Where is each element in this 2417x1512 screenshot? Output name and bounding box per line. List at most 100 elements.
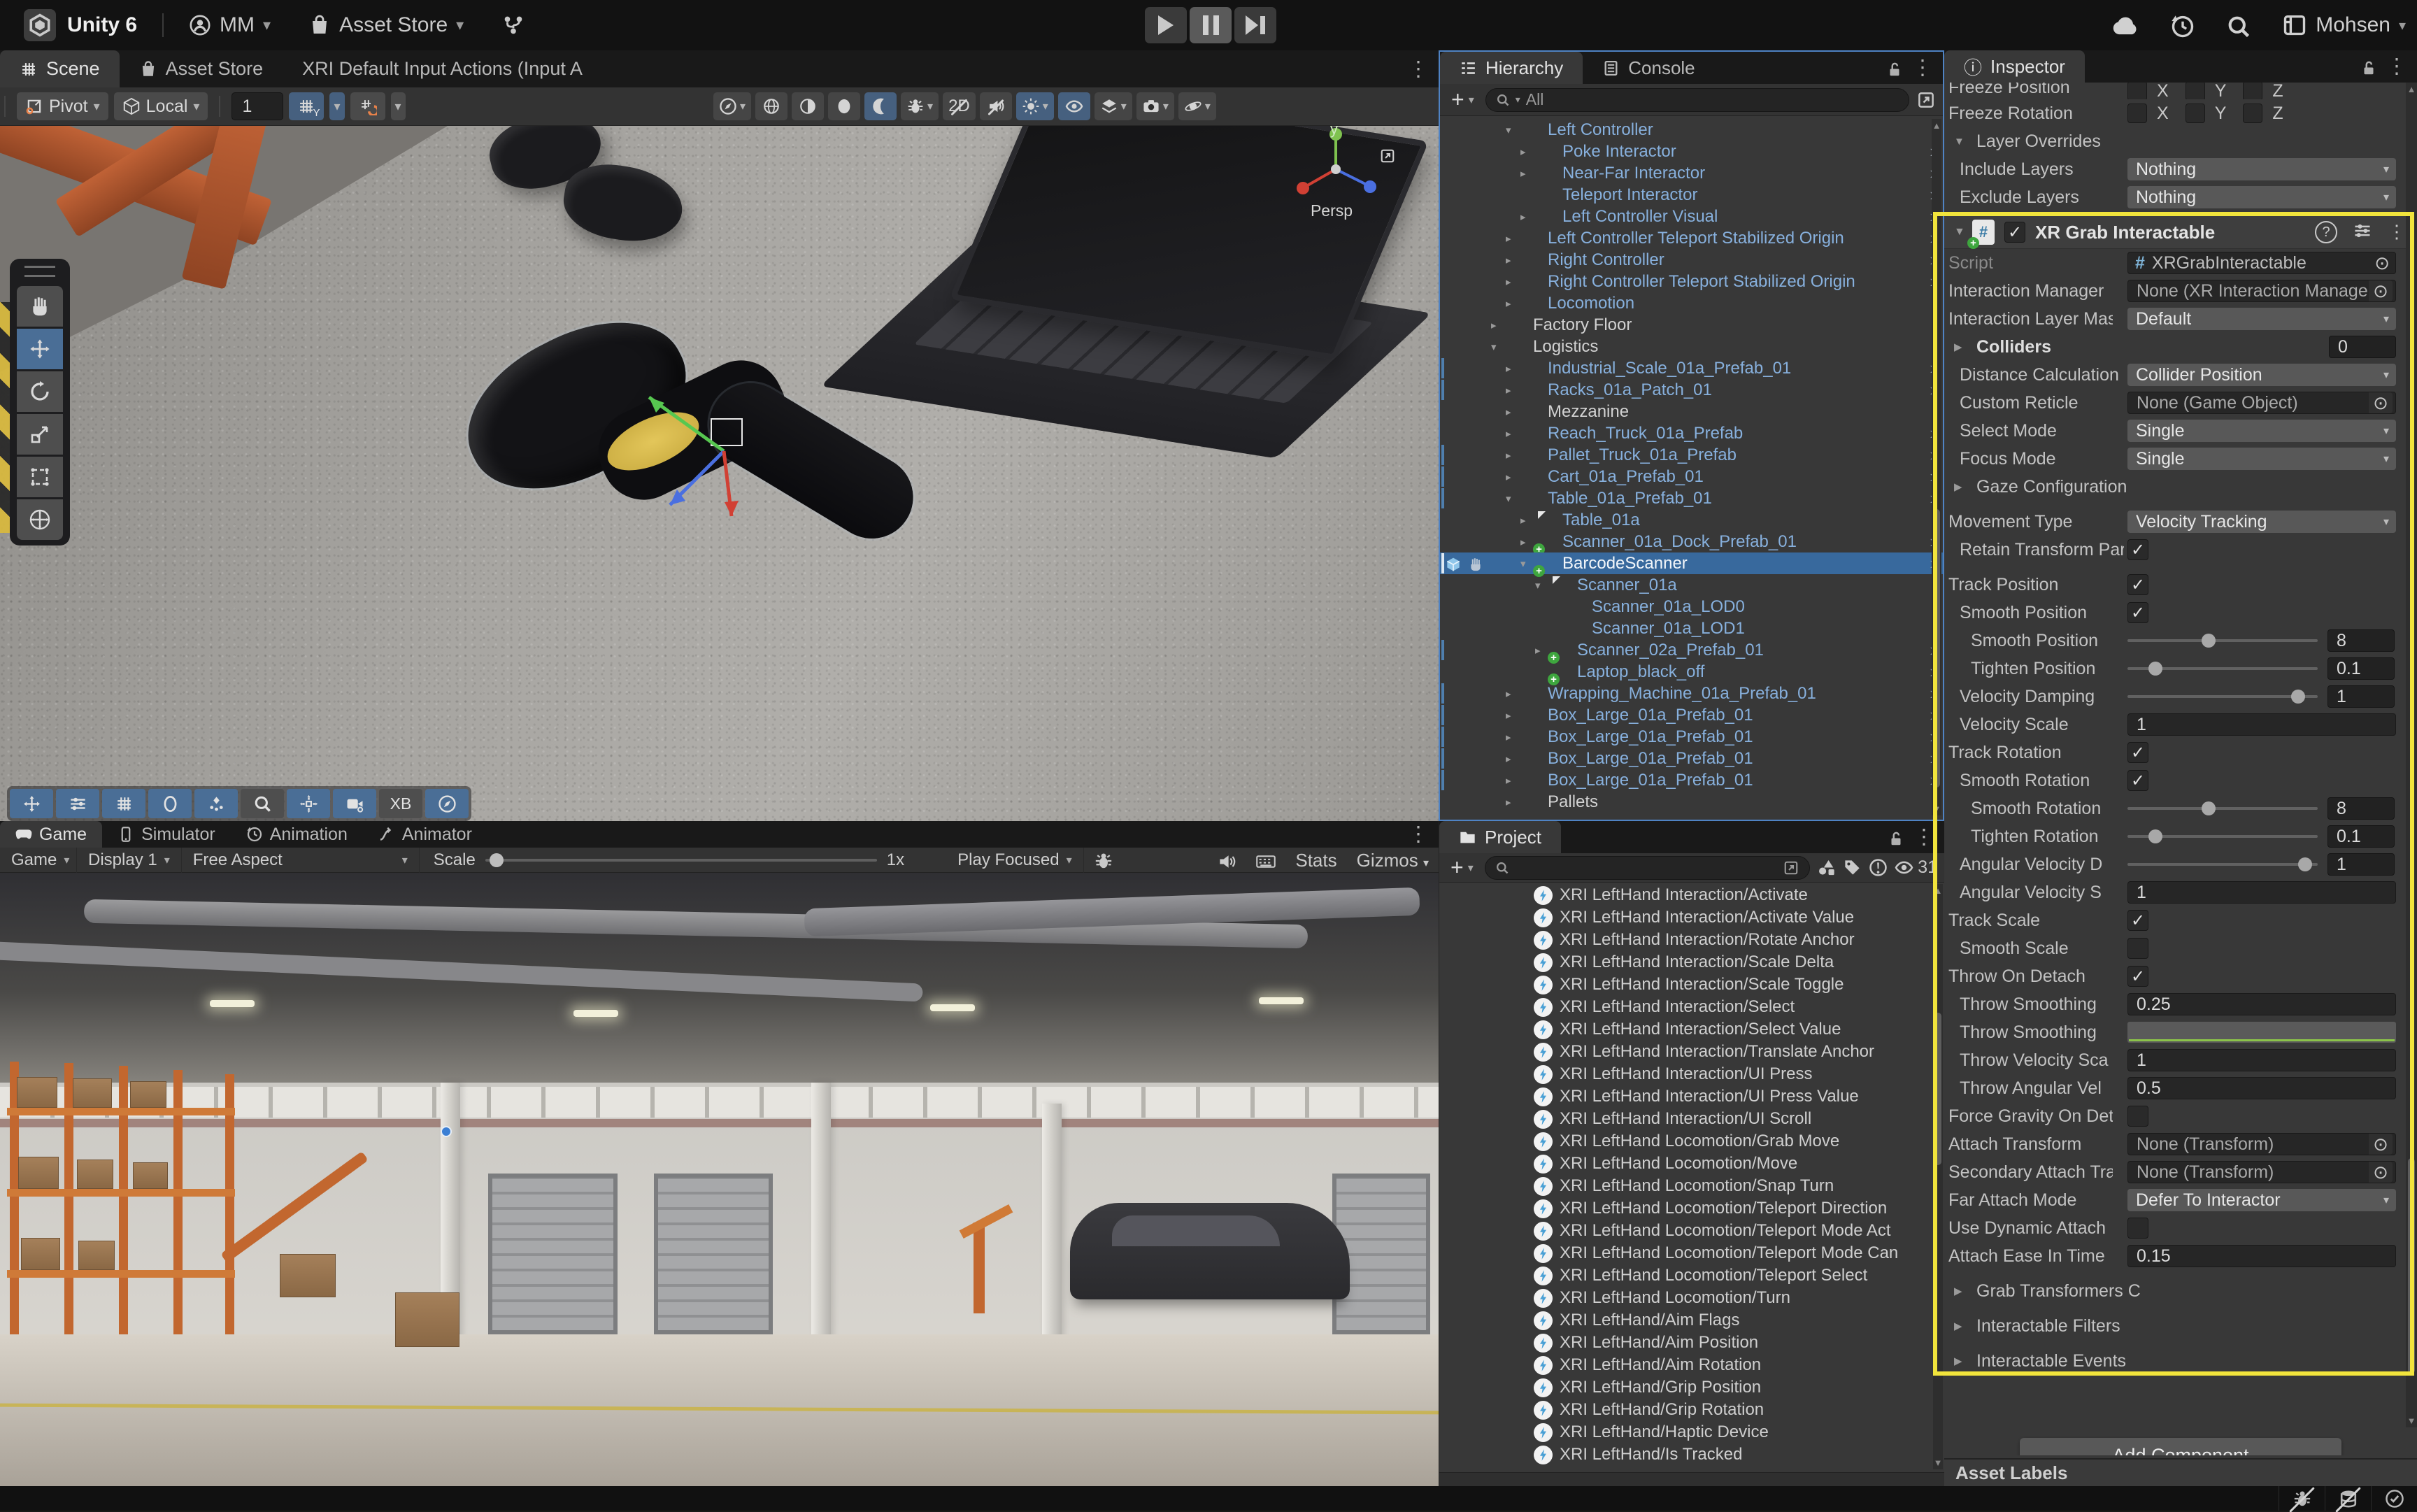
foldout-arrow[interactable]: ▶ xyxy=(1954,341,1972,353)
tool-button[interactable] xyxy=(17,414,63,455)
overlay-menu-icon[interactable] xyxy=(1379,145,1396,165)
checkbox[interactable] xyxy=(2243,104,2263,123)
dropdown[interactable]: Single ▾ xyxy=(2127,420,2396,442)
asset-row[interactable]: XRI LeftHand Interaction/Select xyxy=(1439,996,1944,1018)
asset-row[interactable]: XRI LeftHand/Grip Rotation xyxy=(1439,1399,1944,1421)
add-component-button[interactable]: Add Component xyxy=(2020,1438,2341,1455)
overlay-drag-handle[interactable] xyxy=(24,266,55,277)
hierarchy-row[interactable]: ▸ Mezzanine xyxy=(1440,401,1943,422)
inspector-row[interactable]: Smooth Scale xyxy=(1944,934,2417,962)
object-picker-icon[interactable]: ⊙ xyxy=(2369,392,2393,413)
panel-menu-icon[interactable]: ⋮ xyxy=(1912,56,1933,80)
game-panel-tab[interactable]: Game xyxy=(0,821,103,848)
slider-control[interactable]: 0.1 xyxy=(2127,825,2396,848)
expand-arrow[interactable]: ▸ xyxy=(1520,167,1537,180)
inspector-row[interactable]: Velocity Damping 1 xyxy=(1944,683,2417,711)
component-header[interactable]: ▼ # + ✓ XR Grab Interactable ? ⋮ xyxy=(1944,215,2417,249)
version-control-button[interactable] xyxy=(501,13,525,37)
scene-toggle-button[interactable] xyxy=(979,92,1012,120)
expand-arrow[interactable]: ▸ xyxy=(1520,211,1537,223)
slider-value-field[interactable]: 1 xyxy=(2327,685,2395,708)
asset-row[interactable]: XRI LeftHand Locomotion/Teleport Directi… xyxy=(1439,1197,1944,1220)
inspector-row[interactable]: Throw Smoothing xyxy=(1944,1018,2417,1046)
inspector-row[interactable]: ▶ Interactable Filters xyxy=(1944,1312,2417,1340)
slider-control[interactable]: 8 xyxy=(2127,629,2396,652)
help-icon[interactable]: ? xyxy=(2315,221,2337,243)
inspector-row[interactable]: Smooth Rotation 8 xyxy=(1944,794,2417,822)
game-source-dropdown[interactable]: Game ▾ xyxy=(0,847,77,873)
checkbox[interactable]: ✓ xyxy=(2127,966,2148,987)
object-picker-icon[interactable]: ⊙ xyxy=(2369,280,2393,301)
pivot-mode-dropdown[interactable]: Pivot ▾ xyxy=(17,92,108,120)
scene-toggle-button[interactable] xyxy=(755,92,788,120)
foldout-arrow[interactable]: ▶ xyxy=(1954,1285,1972,1297)
expand-arrow[interactable]: ▸ xyxy=(1506,709,1523,722)
checkbox[interactable] xyxy=(2127,1218,2148,1239)
hierarchy-row[interactable]: ▸ Box_Large_01a_Prefab_01 › xyxy=(1440,748,1943,769)
inspector-row[interactable]: ▼ Layer Overrides xyxy=(1944,127,2417,155)
component-foldout[interactable]: ▼ xyxy=(1954,226,1972,238)
foldout-arrow[interactable]: ▶ xyxy=(1954,480,1972,493)
slider-control[interactable]: 1 xyxy=(2127,853,2396,876)
hierarchy-row[interactable]: ▾ Logistics xyxy=(1440,336,1943,357)
hierarchy-row[interactable]: Scanner_01a_LOD0 xyxy=(1440,596,1943,618)
expand-arrow[interactable]: ▸ xyxy=(1506,254,1523,266)
play-button[interactable] xyxy=(1145,7,1187,43)
inspector-row[interactable]: Tighten Rotation 0.1 xyxy=(1944,822,2417,850)
asset-row[interactable]: XRI LeftHand Locomotion/Teleport Mode Ca… xyxy=(1439,1242,1944,1264)
tool-button[interactable] xyxy=(17,329,63,369)
overlay-button[interactable] xyxy=(10,789,53,818)
inspector-row[interactable]: Select Mode Single ▾ xyxy=(1944,417,2417,445)
object-field[interactable]: None (XR Interaction Manager ⊙ xyxy=(2127,280,2396,302)
scene-viewport[interactable]: y Persp XB xyxy=(0,126,1439,821)
panel-menu-icon[interactable]: ⋮ xyxy=(2386,55,2407,79)
slider-value-field[interactable]: 1 xyxy=(2327,853,2395,876)
inspector-row[interactable]: Include Layers Nothing ▾ xyxy=(1944,155,2417,183)
expand-arrow[interactable]: ▸ xyxy=(1506,384,1523,397)
inspector-row[interactable]: Smooth Rotation ✓ xyxy=(1944,766,2417,794)
slider-value-field[interactable]: 0.1 xyxy=(2327,825,2395,848)
inspector-row[interactable]: Smooth Position ✓ xyxy=(1944,599,2417,627)
cache-server-disabled-icon[interactable] xyxy=(2325,1486,2371,1511)
slider-thumb[interactable] xyxy=(2148,662,2163,676)
hierarchy-row[interactable]: ▸ Reach_Truck_01a_Prefab › xyxy=(1440,422,1943,444)
scene-toggle-button[interactable]: ▾ xyxy=(1015,92,1054,120)
foldout-arrow[interactable]: ▶ xyxy=(1954,1355,1972,1367)
inspector-row[interactable]: Use Dynamic Attach xyxy=(1944,1214,2417,1242)
foldout-arrow[interactable]: ▼ xyxy=(1954,136,1972,148)
asset-row[interactable]: XRI LeftHand/Is Tracked xyxy=(1439,1443,1944,1466)
checkbox[interactable]: ✓ xyxy=(2127,539,2148,560)
animation-curve-field[interactable] xyxy=(2127,1022,2396,1043)
overlay-button[interactable] xyxy=(102,789,145,818)
debugger-disabled-icon[interactable] xyxy=(2279,1486,2325,1511)
inspector-row[interactable]: Smooth Position 8 xyxy=(1944,627,2417,655)
scene-toggle-button[interactable]: ▾ xyxy=(1178,92,1216,120)
asset-row[interactable]: XRI LeftHand Interaction/Activate xyxy=(1439,884,1944,906)
tool-button[interactable] xyxy=(17,371,63,412)
inspector-row[interactable]: Secondary Attach Tra None (Transform) ⊙ xyxy=(1944,1158,2417,1186)
asset-row[interactable]: XRI LeftHand Interaction/Translate Ancho… xyxy=(1439,1041,1944,1063)
inspector-row[interactable]: Custom Reticle None (Game Object) ⊙ xyxy=(1944,389,2417,417)
project-search-input[interactable] xyxy=(1484,855,1811,880)
inspector-row[interactable]: Distance Calculation Collider Position ▾ xyxy=(1944,361,2417,389)
grid-snap-size-field[interactable]: 1 xyxy=(231,92,284,120)
hierarchy-row[interactable]: ▾ + BarcodeScanner › xyxy=(1440,552,1943,577)
expand-arrow[interactable]: ▸ xyxy=(1506,232,1523,245)
hierarchy-row[interactable]: ▸ Cart_01a_Prefab_01 › xyxy=(1440,466,1943,487)
checkbox[interactable]: ✓ xyxy=(2127,910,2148,931)
foldout-arrow[interactable]: ▶ xyxy=(1954,1320,1972,1332)
game-panel-tab[interactable]: Animation xyxy=(231,821,363,848)
slider-value-field[interactable]: 0.1 xyxy=(2327,657,2395,680)
expand-arrow[interactable]: ▸ xyxy=(1520,514,1537,527)
inspector-row[interactable]: ▶ Colliders 0 xyxy=(1944,333,2417,361)
debug-bug-icon[interactable] xyxy=(1094,849,1113,871)
search-icon[interactable] xyxy=(2226,10,2251,40)
mute-audio-icon[interactable] xyxy=(1217,849,1236,871)
hierarchy-row[interactable]: ▸ Box_Large_01a_Prefab_01 › xyxy=(1440,769,1943,791)
expand-arrow[interactable]: ▾ xyxy=(1506,492,1523,505)
expand-arrow[interactable]: ▸ xyxy=(1506,427,1523,440)
dropdown[interactable]: Collider Position ▾ xyxy=(2127,364,2396,386)
value-field[interactable]: 0.25 xyxy=(2127,993,2396,1015)
asset-row[interactable]: XRI LeftHand Interaction/UI Press xyxy=(1439,1063,1944,1085)
expand-arrow[interactable]: ▾ xyxy=(1491,341,1508,353)
